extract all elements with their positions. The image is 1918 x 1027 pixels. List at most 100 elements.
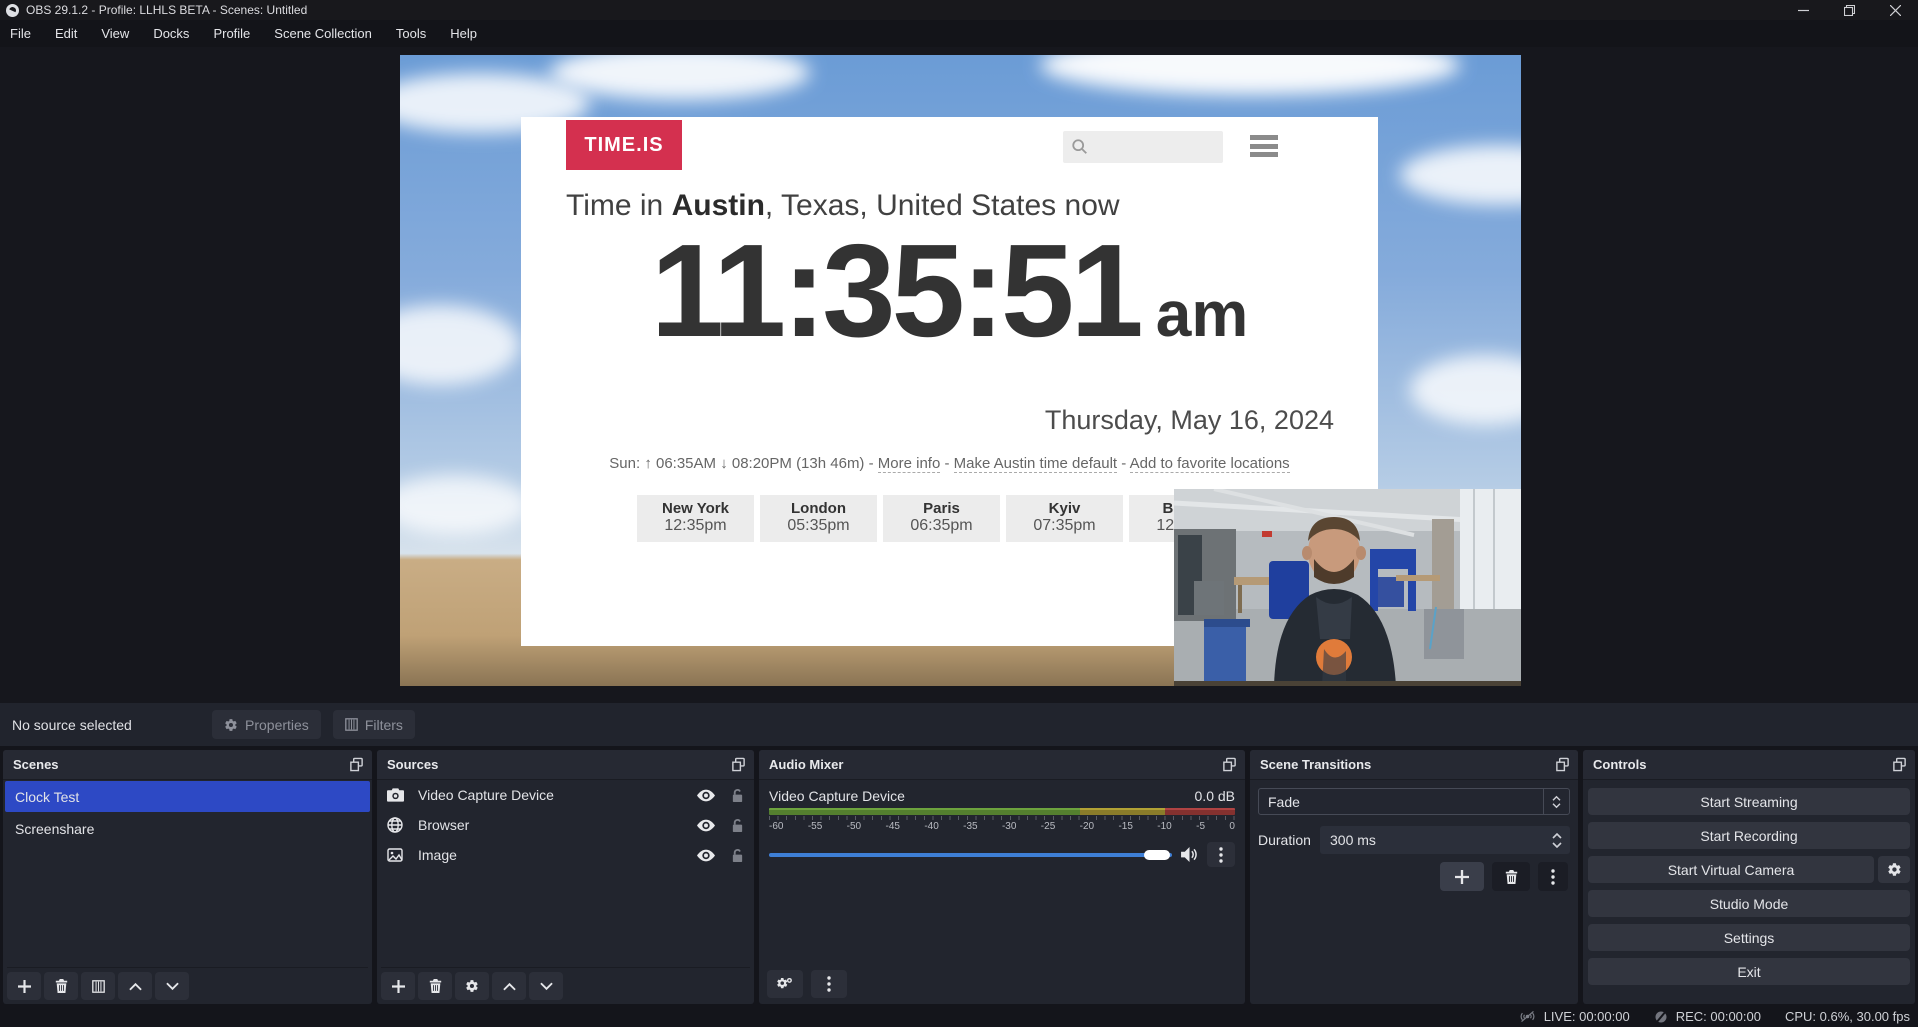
popout-icon[interactable] — [1555, 757, 1570, 772]
visibility-eye-icon[interactable] — [697, 789, 715, 802]
controls-dock-header[interactable]: Controls — [1583, 750, 1915, 780]
city-box[interactable]: Kyiv07:35pm — [1006, 495, 1123, 542]
scene-item-screenshare[interactable]: Screenshare — [5, 813, 370, 844]
sources-dock-header[interactable]: Sources — [377, 750, 754, 780]
double-gear-icon — [776, 977, 794, 992]
hamburger-menu-icon[interactable] — [1250, 135, 1278, 157]
transition-options-button[interactable] — [1538, 862, 1568, 891]
menu-edit[interactable]: Edit — [43, 20, 89, 47]
spin-down-icon[interactable] — [1552, 842, 1562, 848]
scene-item-clock-test[interactable]: Clock Test — [5, 781, 370, 812]
close-button[interactable] — [1872, 0, 1918, 20]
popout-icon[interactable] — [731, 757, 746, 772]
audio-mixer-dock: Audio Mixer Video Capture Device 0.0 dB … — [759, 750, 1245, 1004]
city-box[interactable]: London05:35pm — [760, 495, 877, 542]
menu-help[interactable]: Help — [438, 20, 489, 47]
filters-icon — [92, 980, 105, 993]
volume-slider[interactable] — [769, 853, 1172, 857]
make-default-link[interactable]: Make Austin time default — [954, 455, 1117, 473]
meridiem: am — [1156, 277, 1249, 351]
source-row-image[interactable]: Image — [377, 840, 754, 870]
duration-spinbox[interactable]: 300 ms — [1320, 826, 1570, 854]
menu-view[interactable]: View — [89, 20, 141, 47]
cloud — [550, 55, 810, 100]
add-source-button[interactable] — [381, 972, 415, 1000]
unlock-icon[interactable] — [731, 848, 744, 863]
restore-button[interactable] — [1826, 0, 1872, 20]
webcam-overlay — [1174, 489, 1521, 686]
select-arrows-icon — [1552, 795, 1561, 809]
scene-transitions-dock-header[interactable]: Scene Transitions — [1250, 750, 1578, 780]
duration-label: Duration — [1258, 832, 1320, 848]
virtual-camera-settings-button[interactable] — [1878, 856, 1910, 883]
minimize-button[interactable] — [1780, 0, 1826, 20]
volume-meter: -60-55-50-45-40-35-30-25-20-15-10-50 — [769, 808, 1235, 832]
studio-mode-button[interactable]: Studio Mode — [1588, 890, 1910, 917]
add-transition-button[interactable] — [1440, 862, 1484, 891]
move-scene-down-button[interactable] — [155, 972, 189, 1000]
mixer-menu-button[interactable] — [1207, 842, 1235, 867]
rec-timecode: REC: 00:00:00 — [1676, 1009, 1761, 1024]
unlock-icon[interactable] — [731, 788, 744, 803]
visibility-eye-icon[interactable] — [697, 819, 715, 832]
exit-button[interactable]: Exit — [1588, 958, 1910, 985]
cloud — [1400, 145, 1521, 205]
menu-profile[interactable]: Profile — [201, 20, 262, 47]
settings-button[interactable]: Settings — [1588, 924, 1910, 951]
scene-filters-button[interactable] — [81, 972, 115, 1000]
cpu-fps-stats: CPU: 0.6%, 30.00 fps — [1785, 1009, 1910, 1024]
trash-icon — [429, 979, 442, 993]
cloud — [1410, 355, 1521, 425]
audio-mixer-dock-header[interactable]: Audio Mixer — [759, 750, 1245, 780]
transition-select[interactable]: Fade — [1258, 788, 1570, 815]
start-streaming-button[interactable]: Start Streaming — [1588, 788, 1910, 815]
scenes-dock-header[interactable]: Scenes — [3, 750, 372, 780]
more-info-link[interactable]: More info — [878, 455, 941, 473]
menu-file[interactable]: File — [0, 20, 43, 47]
source-properties-button[interactable] — [455, 972, 489, 1000]
start-virtual-camera-button[interactable]: Start Virtual Camera — [1588, 856, 1874, 883]
menu-tools[interactable]: Tools — [384, 20, 438, 47]
kebab-dots-icon — [1551, 869, 1555, 885]
image-icon — [387, 848, 403, 862]
scenes-toolbar — [7, 967, 368, 1000]
mixer-channel-db: 0.0 dB — [1195, 788, 1235, 804]
popout-icon[interactable] — [1222, 757, 1237, 772]
add-favorite-link[interactable]: Add to favorite locations — [1130, 455, 1290, 473]
window-title: OBS 29.1.2 - Profile: LLHLS BETA - Scene… — [26, 3, 307, 17]
popout-icon[interactable] — [349, 757, 364, 772]
unlock-icon[interactable] — [731, 818, 744, 833]
program-preview[interactable]: TIME.IS Time in Austin, Texas, United St… — [400, 55, 1521, 686]
globe-icon — [387, 817, 403, 833]
menu-scene-collection[interactable]: Scene Collection — [262, 20, 384, 47]
remove-source-button[interactable] — [418, 972, 452, 1000]
spin-up-icon[interactable] — [1552, 833, 1562, 839]
remove-transition-button[interactable] — [1492, 862, 1530, 891]
timeis-search-input[interactable] — [1063, 131, 1223, 163]
kebab-dots-icon — [827, 976, 831, 992]
source-row-browser[interactable]: Browser — [377, 810, 754, 840]
advanced-audio-button[interactable] — [767, 970, 803, 998]
transitions-toolbar — [1440, 862, 1568, 891]
start-recording-button[interactable]: Start Recording — [1588, 822, 1910, 849]
source-row-video-capture[interactable]: Video Capture Device — [377, 780, 754, 810]
move-scene-up-button[interactable] — [118, 972, 152, 1000]
city-box[interactable]: Paris06:35pm — [883, 495, 1000, 542]
remove-scene-button[interactable] — [44, 972, 78, 1000]
scenes-dock: Scenes Clock Test Screenshare — [3, 750, 372, 1004]
properties-button[interactable]: Properties — [212, 710, 321, 739]
popout-icon[interactable] — [1892, 757, 1907, 772]
add-scene-button[interactable] — [7, 972, 41, 1000]
speaker-icon[interactable] — [1181, 847, 1198, 862]
move-source-up-button[interactable] — [492, 972, 526, 1000]
sun-info-line: Sun: ↑ 06:35AM ↓ 08:20PM (13h 46m) - Mor… — [521, 455, 1378, 472]
volume-slider-handle[interactable] — [1144, 850, 1170, 860]
filters-button[interactable]: Filters — [333, 710, 415, 739]
city-box[interactable]: New York12:35pm — [637, 495, 754, 542]
timeis-logo[interactable]: TIME.IS — [566, 120, 682, 170]
move-source-down-button[interactable] — [529, 972, 563, 1000]
visibility-eye-icon[interactable] — [697, 849, 715, 862]
volume-slider-row — [769, 842, 1235, 867]
menu-docks[interactable]: Docks — [141, 20, 201, 47]
mixer-options-button[interactable] — [811, 970, 847, 998]
